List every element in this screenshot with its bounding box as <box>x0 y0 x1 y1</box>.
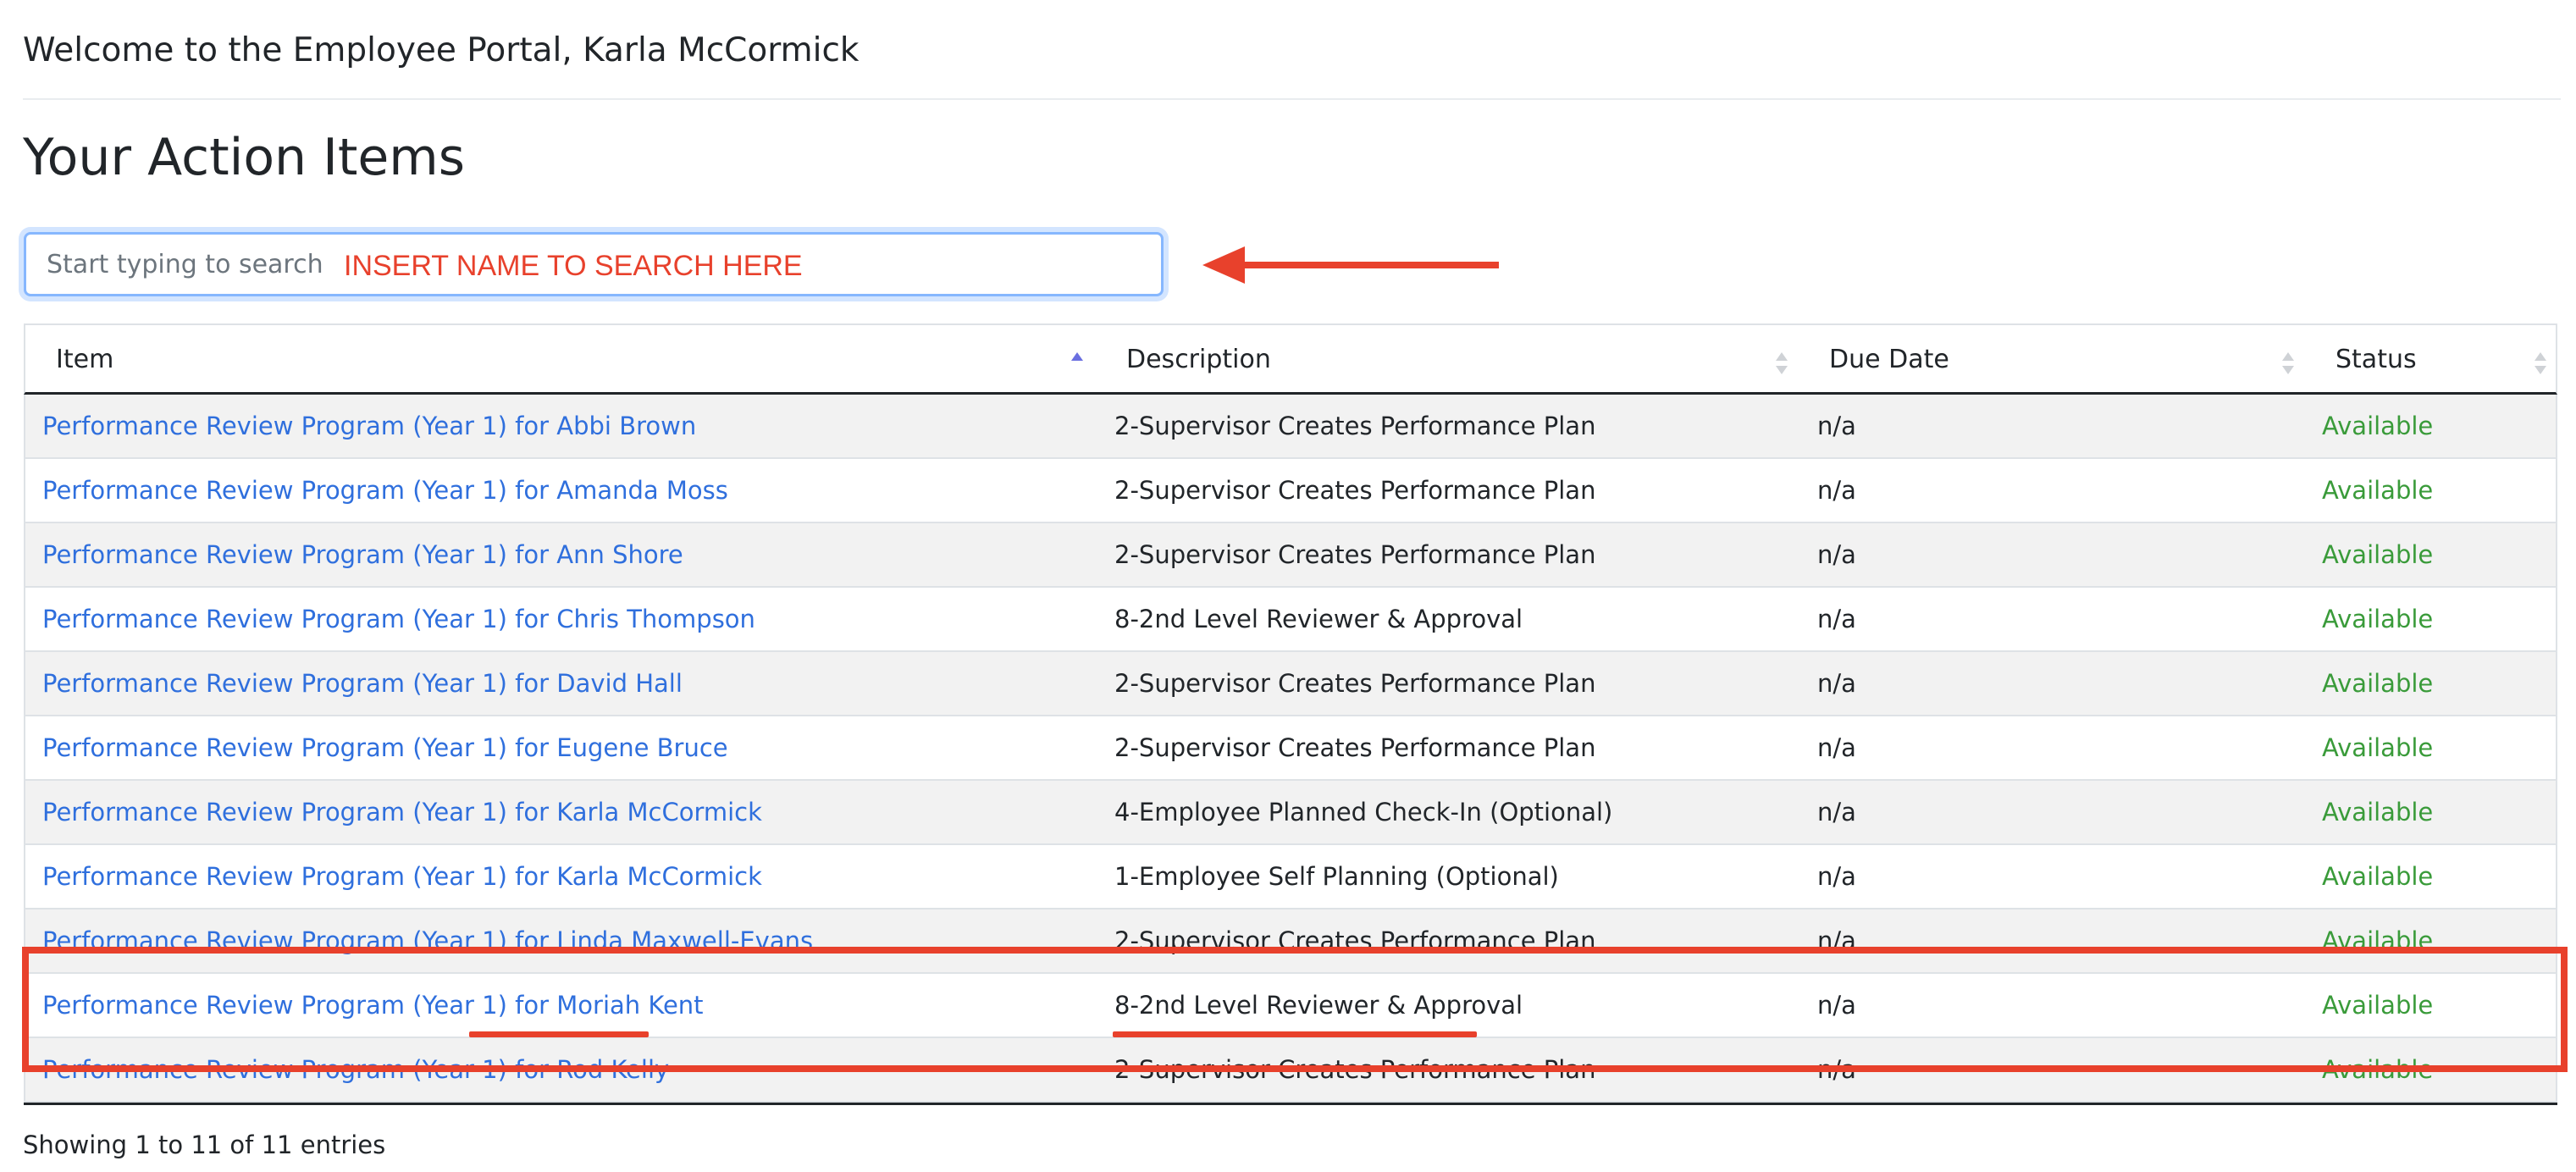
sort-both-icon[interactable] <box>1775 351 1788 376</box>
due-date-cell: n/a <box>1817 1055 1856 1084</box>
status-cell: Available <box>2322 476 2434 505</box>
status-cell: Available <box>2322 862 2434 891</box>
table-header: Item Description Due Date Status <box>24 323 2557 395</box>
column-header-item[interactable]: Item <box>56 325 113 393</box>
item-link[interactable]: Performance Review Program (Year 1) for … <box>42 523 683 586</box>
due-date-cell: n/a <box>1817 926 1856 955</box>
status-cell: Available <box>2322 669 2434 698</box>
table-row: Performance Review Program (Year 1) for … <box>24 652 2557 716</box>
status-cell: Available <box>2322 991 2434 1020</box>
due-date-cell: n/a <box>1817 798 1856 826</box>
table-row: Performance Review Program (Year 1) for … <box>24 909 2557 974</box>
description-cell: 2-Supervisor Creates Performance Plan <box>1114 669 1596 698</box>
status-cell: Available <box>2322 733 2434 762</box>
description-cell: 2-Supervisor Creates Performance Plan <box>1114 540 1596 569</box>
column-header-description[interactable]: Description <box>1126 325 1271 393</box>
item-link[interactable]: Performance Review Program (Year 1) for … <box>42 459 728 522</box>
table-row: Performance Review Program (Year 1) for … <box>24 588 2557 652</box>
welcome-heading: Welcome to the Employee Portal, Karla Mc… <box>23 31 860 69</box>
page-title: Your Action Items <box>23 128 465 187</box>
item-link[interactable]: Performance Review Program (Year 1) for … <box>42 845 762 908</box>
description-cell: 4-Employee Planned Check-In (Optional) <box>1114 798 1613 826</box>
status-cell: Available <box>2322 798 2434 826</box>
description-cell: 2-Supervisor Creates Performance Plan <box>1114 926 1596 955</box>
due-date-cell: n/a <box>1817 733 1856 762</box>
due-date-cell: n/a <box>1817 862 1856 891</box>
due-date-cell: n/a <box>1817 669 1856 698</box>
description-cell: 2-Supervisor Creates Performance Plan <box>1114 476 1596 505</box>
table-row: Performance Review Program (Year 1) for … <box>24 845 2557 909</box>
annotation-underline-name <box>469 1031 649 1037</box>
table-info: Showing 1 to 11 of 11 entries <box>23 1131 386 1159</box>
sort-both-icon[interactable] <box>2281 351 2295 376</box>
table-row: Performance Review Program (Year 1) for … <box>24 716 2557 781</box>
description-cell: 8-2nd Level Reviewer & Approval <box>1114 605 1523 633</box>
status-cell: Available <box>2322 412 2434 440</box>
description-cell: 1-Employee Self Planning (Optional) <box>1114 862 1559 891</box>
item-link[interactable]: Performance Review Program (Year 1) for … <box>42 588 755 650</box>
sort-both-icon[interactable] <box>2534 351 2547 376</box>
description-cell: 8-2nd Level Reviewer & Approval <box>1114 991 1523 1020</box>
sort-asc-icon[interactable] <box>1070 351 1084 376</box>
description-cell: 2-Supervisor Creates Performance Plan <box>1114 733 1596 762</box>
table-row: Performance Review Program (Year 1) for … <box>24 781 2557 845</box>
table-row: Performance Review Program (Year 1) for … <box>24 395 2557 459</box>
item-link[interactable]: Performance Review Program (Year 1) for … <box>42 1038 669 1101</box>
description-cell: 2-Supervisor Creates Performance Plan <box>1114 412 1596 440</box>
description-cell: 2-Supervisor Creates Performance Plan <box>1114 1055 1596 1084</box>
status-cell: Available <box>2322 926 2434 955</box>
item-link[interactable]: Performance Review Program (Year 1) for … <box>42 395 696 457</box>
due-date-cell: n/a <box>1817 476 1856 505</box>
due-date-cell: n/a <box>1817 412 1856 440</box>
table-bottom-border <box>24 1103 2557 1105</box>
item-link[interactable]: Performance Review Program (Year 1) for … <box>42 974 704 1037</box>
annotation-underline-description <box>1113 1031 1477 1037</box>
due-date-cell: n/a <box>1817 605 1856 633</box>
annotation-arrow-icon <box>1202 246 1499 284</box>
status-cell: Available <box>2322 540 2434 569</box>
annotation-note: INSERT NAME TO SEARCH HERE <box>344 250 803 282</box>
item-link[interactable]: Performance Review Program (Year 1) for … <box>42 909 813 972</box>
item-link[interactable]: Performance Review Program (Year 1) for … <box>42 716 728 779</box>
column-header-status[interactable]: Status <box>2336 325 2417 393</box>
due-date-cell: n/a <box>1817 540 1856 569</box>
table-row: Performance Review Program (Year 1) for … <box>24 459 2557 523</box>
item-link[interactable]: Performance Review Program (Year 1) for … <box>42 652 683 715</box>
header-divider <box>23 98 2561 100</box>
due-date-cell: n/a <box>1817 991 1856 1020</box>
action-items-table: Item Description Due Date Status Perform… <box>24 323 2557 1105</box>
table-row: Performance Review Program (Year 1) for … <box>24 974 2557 1038</box>
status-cell: Available <box>2322 605 2434 633</box>
table-row: Performance Review Program (Year 1) for … <box>24 523 2557 588</box>
table-row: Performance Review Program (Year 1) for … <box>24 1038 2557 1103</box>
status-cell: Available <box>2322 1055 2434 1084</box>
item-link[interactable]: Performance Review Program (Year 1) for … <box>42 781 762 843</box>
column-header-due-date[interactable]: Due Date <box>1829 325 1949 393</box>
